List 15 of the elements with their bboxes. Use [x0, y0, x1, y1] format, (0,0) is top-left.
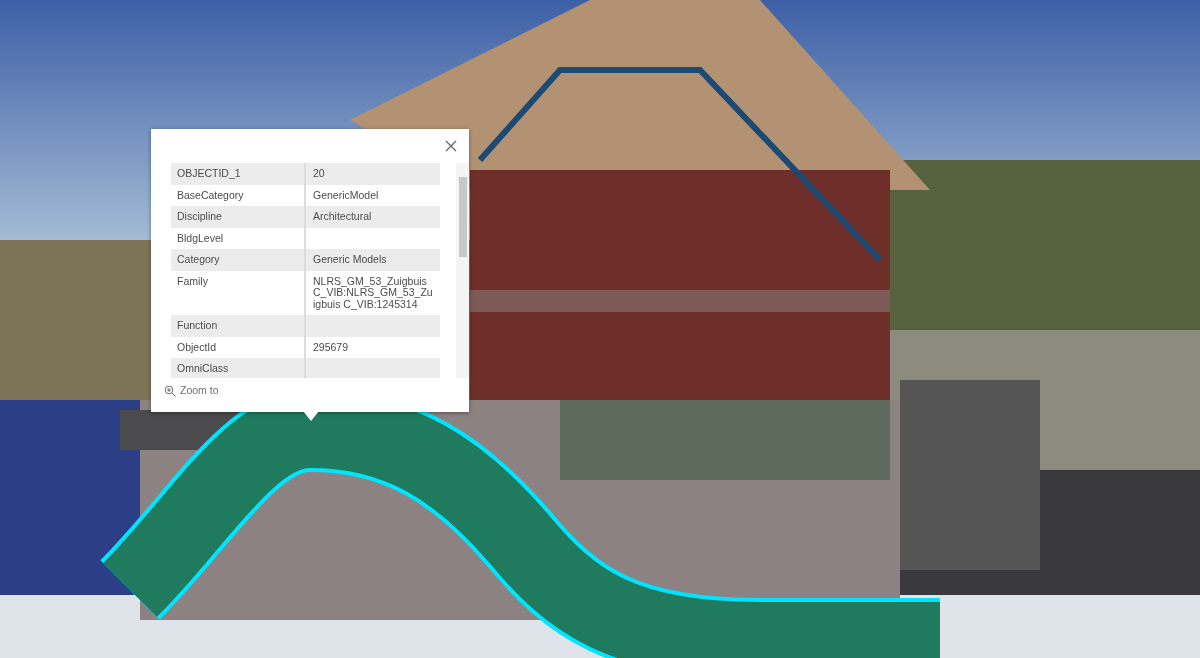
- field-value: 295679: [312, 339, 350, 355]
- field-name: Category: [171, 249, 306, 271]
- zoom-to-button[interactable]: Zoom to: [164, 383, 219, 399]
- field-value: Generic Models: [312, 252, 388, 268]
- zoom-in-icon: [164, 384, 176, 397]
- field-name: OBJECTID_1: [171, 163, 306, 185]
- field-value: Architectural: [312, 209, 373, 225]
- field-value: 20: [312, 166, 326, 181]
- field-value: NLRS_GM_53_Zuigbuis C_VIB:NLRS_GM_53_Zuigbuis C_VIB:1245314: [312, 273, 434, 312]
- scrollbar[interactable]: [456, 163, 469, 378]
- close-icon[interactable]: [444, 138, 458, 152]
- field-value: GenericModel: [312, 187, 380, 203]
- field-name: Discipline: [171, 206, 306, 228]
- field-name: OmniClass: [171, 358, 306, 378]
- field-name: Function: [171, 315, 306, 337]
